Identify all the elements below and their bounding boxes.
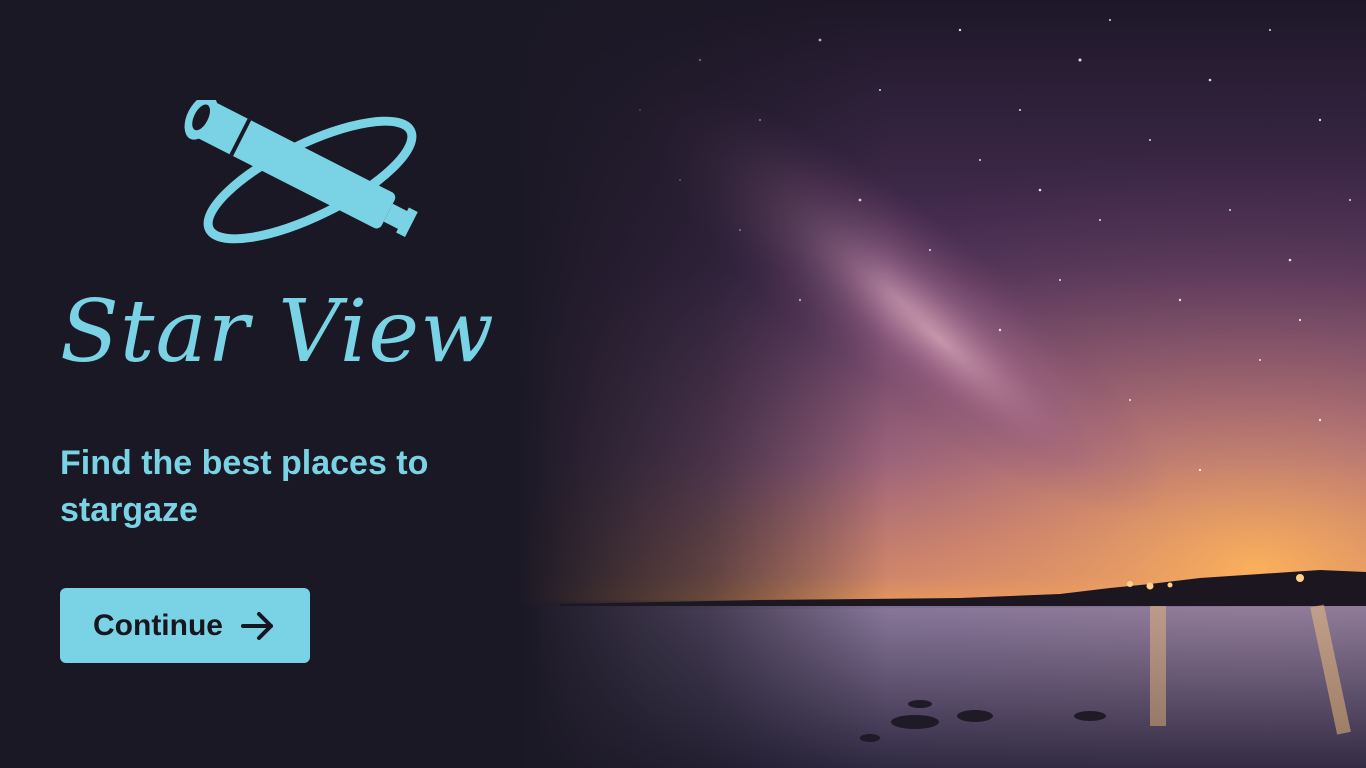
welcome-panel: Star View Find the best places to starga… [0,0,560,768]
tagline: Find the best places to stargaze [60,444,429,529]
welcome-screen: Star View Find the best places to starga… [0,0,1366,768]
continue-button[interactable]: Continue [60,588,310,663]
app-title: Star View [60,282,495,382]
telescope-logo-icon [184,100,418,244]
arrow-right-icon [240,611,273,640]
continue-label: Continue [93,608,223,642]
